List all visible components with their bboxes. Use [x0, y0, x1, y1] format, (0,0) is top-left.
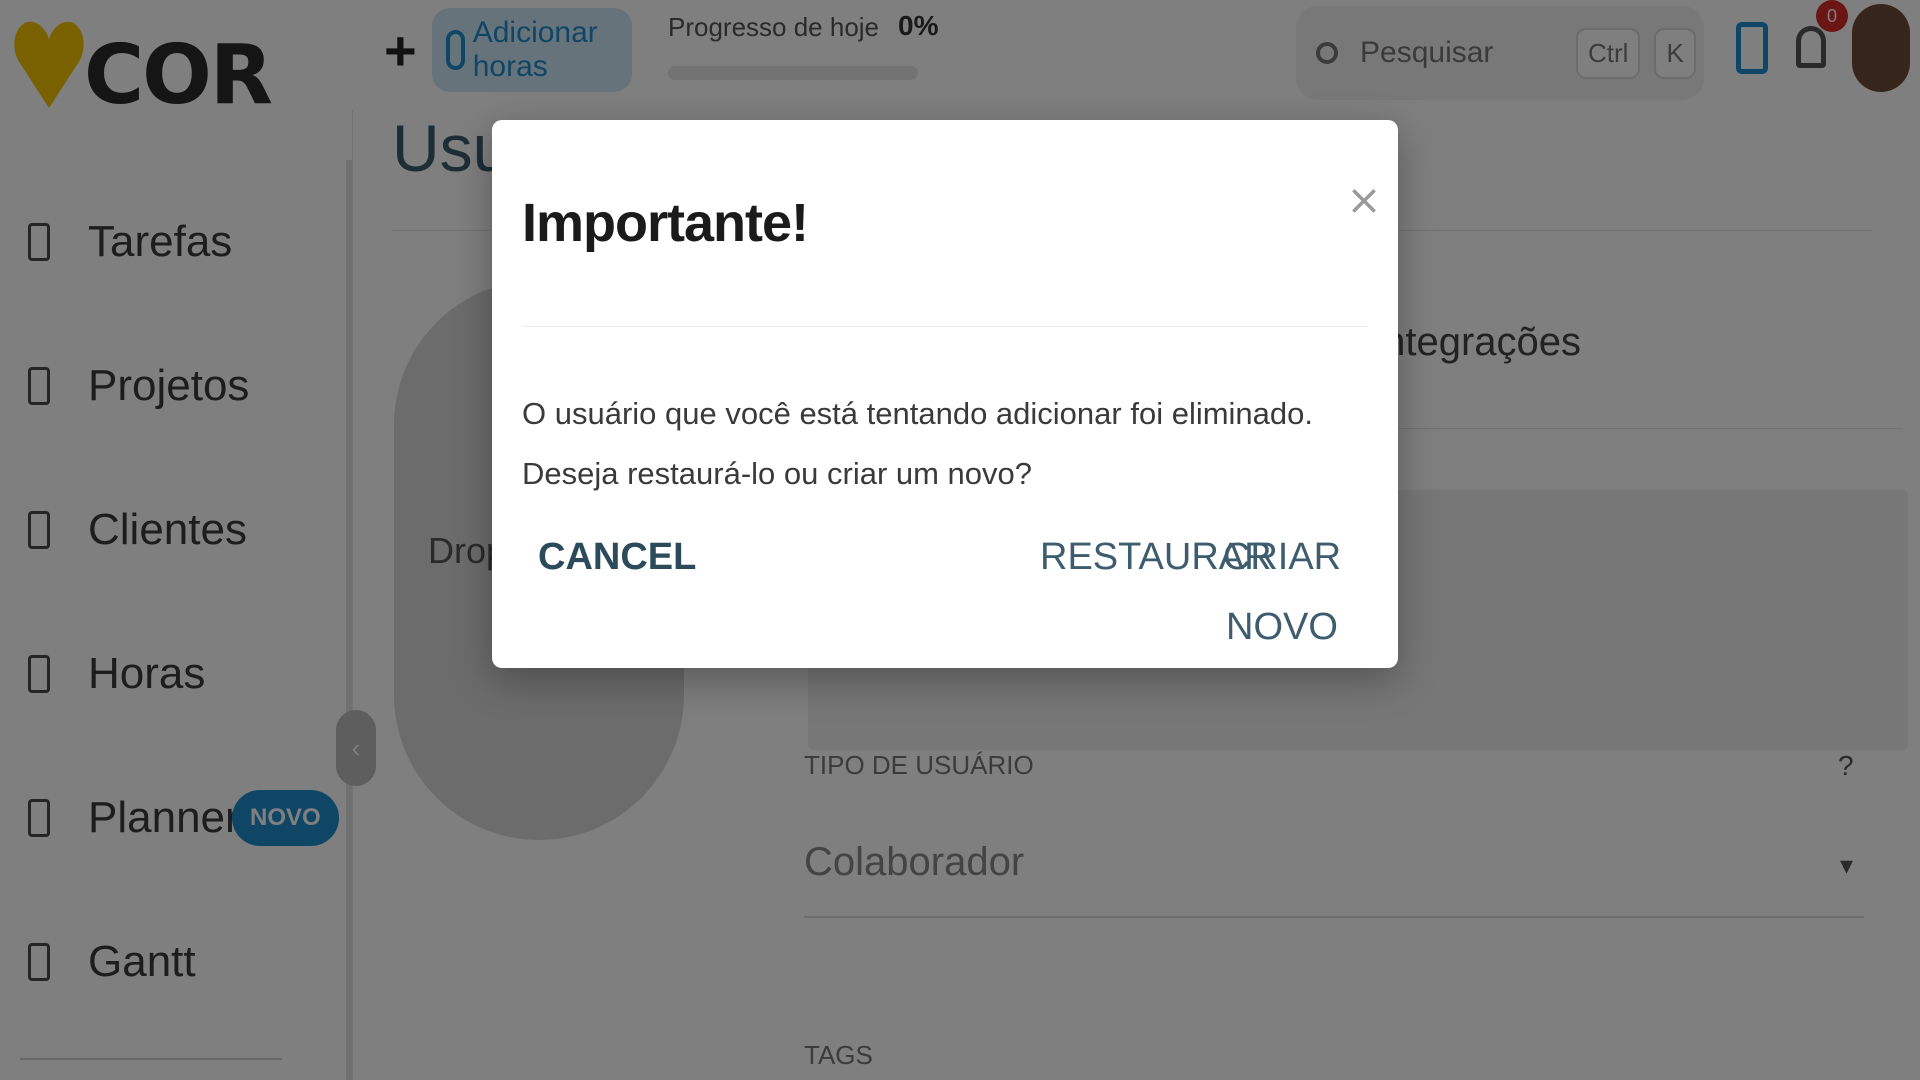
restore-user-dialog: Importante! × O usuário que você está te…: [492, 120, 1398, 668]
dialog-title: Importante!: [522, 193, 809, 253]
cancel-button[interactable]: CANCEL: [522, 522, 712, 592]
dialog-message: O usuário que você está tentando adicion…: [522, 396, 1313, 491]
create-new-button[interactable]: CRIAR NOVO: [1196, 522, 1368, 662]
dialog-actions: CANCEL RESTAURAR CRIAR NOVO: [522, 522, 1368, 648]
dialog-divider: [522, 326, 1368, 327]
close-icon[interactable]: ×: [1344, 179, 1384, 221]
